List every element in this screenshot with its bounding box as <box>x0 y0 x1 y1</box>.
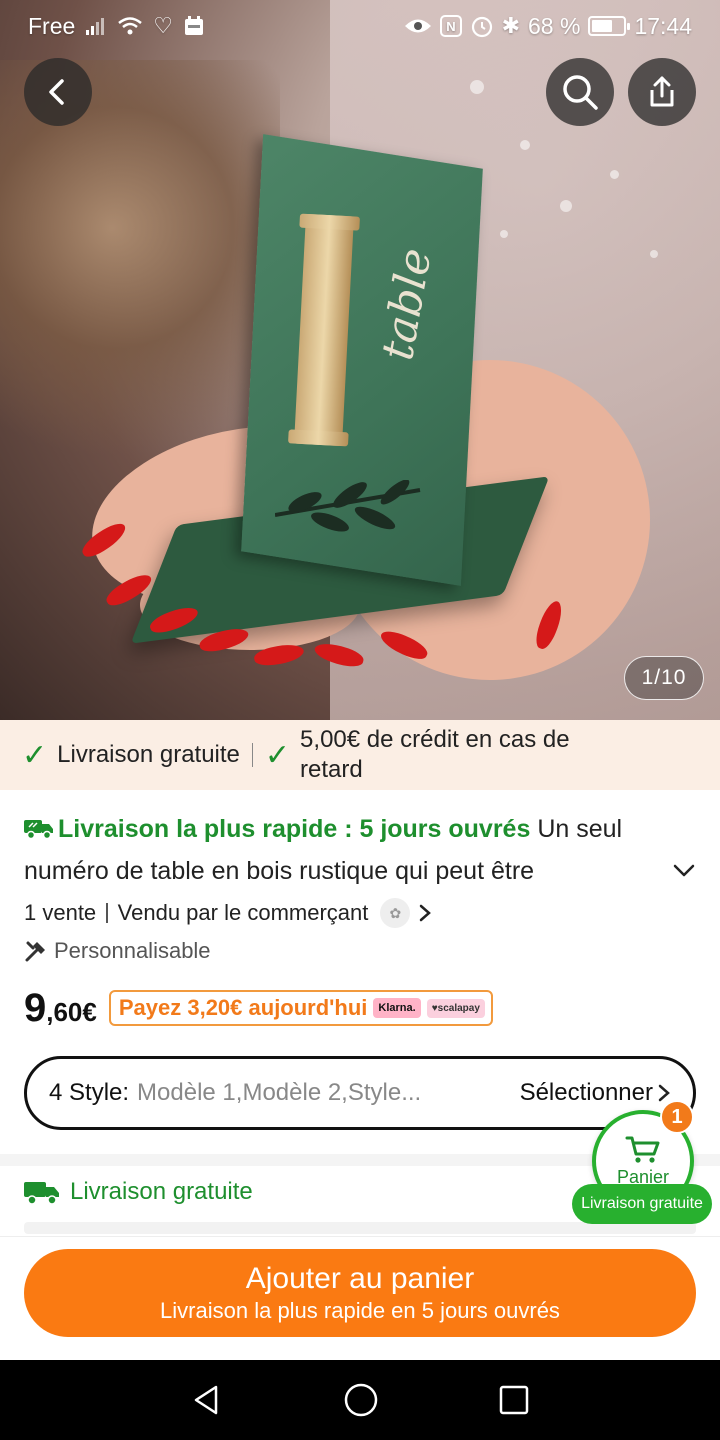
late-credit-label: 5,00€ de crédit en cas de retard <box>300 726 570 783</box>
installment-badge[interactable]: Payez 3,20€ aujourd'hui Klarna. ♥scalapa… <box>108 990 493 1026</box>
status-bar: Free ♡ N ✱ 68 % 17:44 <box>0 0 720 52</box>
bokeh-dot <box>520 140 530 150</box>
sold-by-label: Vendu par le commerçant <box>117 900 369 925</box>
bokeh-dot <box>470 80 484 94</box>
price-decimal: ,60€ <box>46 997 97 1027</box>
back-button[interactable] <box>24 58 92 126</box>
klarna-logo: Klarna. <box>373 998 421 1018</box>
fast-delivery-label: Livraison la plus rapide : 5 jours ouvré… <box>58 815 531 843</box>
bokeh-dot <box>610 170 619 179</box>
carrier-name: Free <box>28 12 76 39</box>
leaf-cutout <box>275 480 421 532</box>
image-counter: 1/10 <box>624 656 704 700</box>
clock: 17:44 <box>634 12 692 39</box>
promo-banner[interactable]: ✓ Livraison gratuite ✓ 5,00€ de crédit e… <box>0 720 720 790</box>
check-icon: ✓ <box>264 738 291 772</box>
shipping-row[interactable]: Livraison gratuite <box>24 1178 253 1206</box>
background-foliage <box>0 60 280 480</box>
customizable-label: Personnalisable <box>54 938 211 963</box>
add-to-cart-subtitle: Livraison la plus rapide en 5 jours ouvr… <box>160 1298 560 1323</box>
style-value: Modèle 1,Modèle 2,Style... <box>137 1079 422 1106</box>
check-icon: ✓ <box>22 738 48 772</box>
nav-recents-icon[interactable] <box>498 1384 530 1416</box>
sales-count: 1 vente <box>24 900 97 925</box>
alarm-icon <box>471 16 492 38</box>
calendar-icon <box>185 16 204 35</box>
seller-avatar: ✿ <box>380 898 411 928</box>
bokeh-dot <box>560 200 572 212</box>
signal-icon <box>86 18 105 35</box>
scalapay-logo: ♥scalapay <box>426 998 485 1018</box>
chevron-right-icon <box>420 904 432 922</box>
heart-icon: ♡ <box>153 13 174 38</box>
product-image[interactable]: table 1/10 <box>0 0 720 720</box>
fast-truck-icon <box>24 820 53 839</box>
share-button[interactable] <box>628 58 696 126</box>
eye-icon <box>404 19 431 33</box>
battery-icon <box>588 16 631 36</box>
truck-icon <box>24 1182 59 1205</box>
select-action: Sélectionner <box>519 1079 653 1106</box>
chevron-down-icon[interactable] <box>670 856 698 884</box>
nav-home-icon[interactable] <box>343 1382 379 1418</box>
add-to-cart-title: Ajouter au panier <box>245 1262 475 1295</box>
add-to-cart-button[interactable]: Ajouter au panier Livraison la plus rapi… <box>24 1249 696 1337</box>
shipping-label: Livraison gratuite <box>70 1178 253 1205</box>
customize-icon <box>25 941 45 962</box>
share-icon <box>650 76 674 107</box>
cart-shipping-badge: Livraison gratuite <box>572 1184 712 1224</box>
free-shipping-label: Livraison gratuite <box>57 741 240 768</box>
price-integer: 9 <box>24 986 47 1030</box>
chevron-left-icon <box>49 79 64 105</box>
divider <box>106 903 108 923</box>
price-row: 9 ,60€ Payez 3,20€ aujourd'hui Klarna. ♥… <box>24 986 493 1032</box>
style-selector[interactable]: 4 Style: Modèle 1,Modèle 2,Style... Séle… <box>24 1056 696 1130</box>
bokeh-dot <box>500 230 508 238</box>
pay-today-label: Payez 3,20€ aujourd'hui <box>118 995 368 1020</box>
style-label: 4 Style: <box>49 1079 130 1106</box>
nfc-icon: N <box>439 15 462 37</box>
search-icon <box>563 75 598 110</box>
seller-row[interactable]: 1 vente Vendu par le commerçant ✿ <box>24 898 432 928</box>
system-nav-bar <box>0 1360 720 1440</box>
search-button[interactable] <box>546 58 614 126</box>
wifi-icon <box>118 17 143 35</box>
divider <box>251 743 253 767</box>
customizable-tag: Personnalisable <box>24 938 211 964</box>
nav-back-icon[interactable] <box>190 1383 224 1417</box>
cart-count-badge: 1 <box>660 1100 694 1134</box>
bluetooth-icon: ✱ <box>501 13 520 38</box>
product-description[interactable]: Livraison la plus rapide : 5 jours ouvré… <box>24 808 664 892</box>
battery-percent: 68 % <box>528 12 581 39</box>
bottom-bar: Ajouter au panier Livraison la plus rapi… <box>0 1236 720 1360</box>
chevron-right-icon <box>658 1084 670 1102</box>
bokeh-dot <box>650 250 658 258</box>
svg-text:N: N <box>446 19 455 34</box>
cart-icon <box>625 1136 660 1163</box>
